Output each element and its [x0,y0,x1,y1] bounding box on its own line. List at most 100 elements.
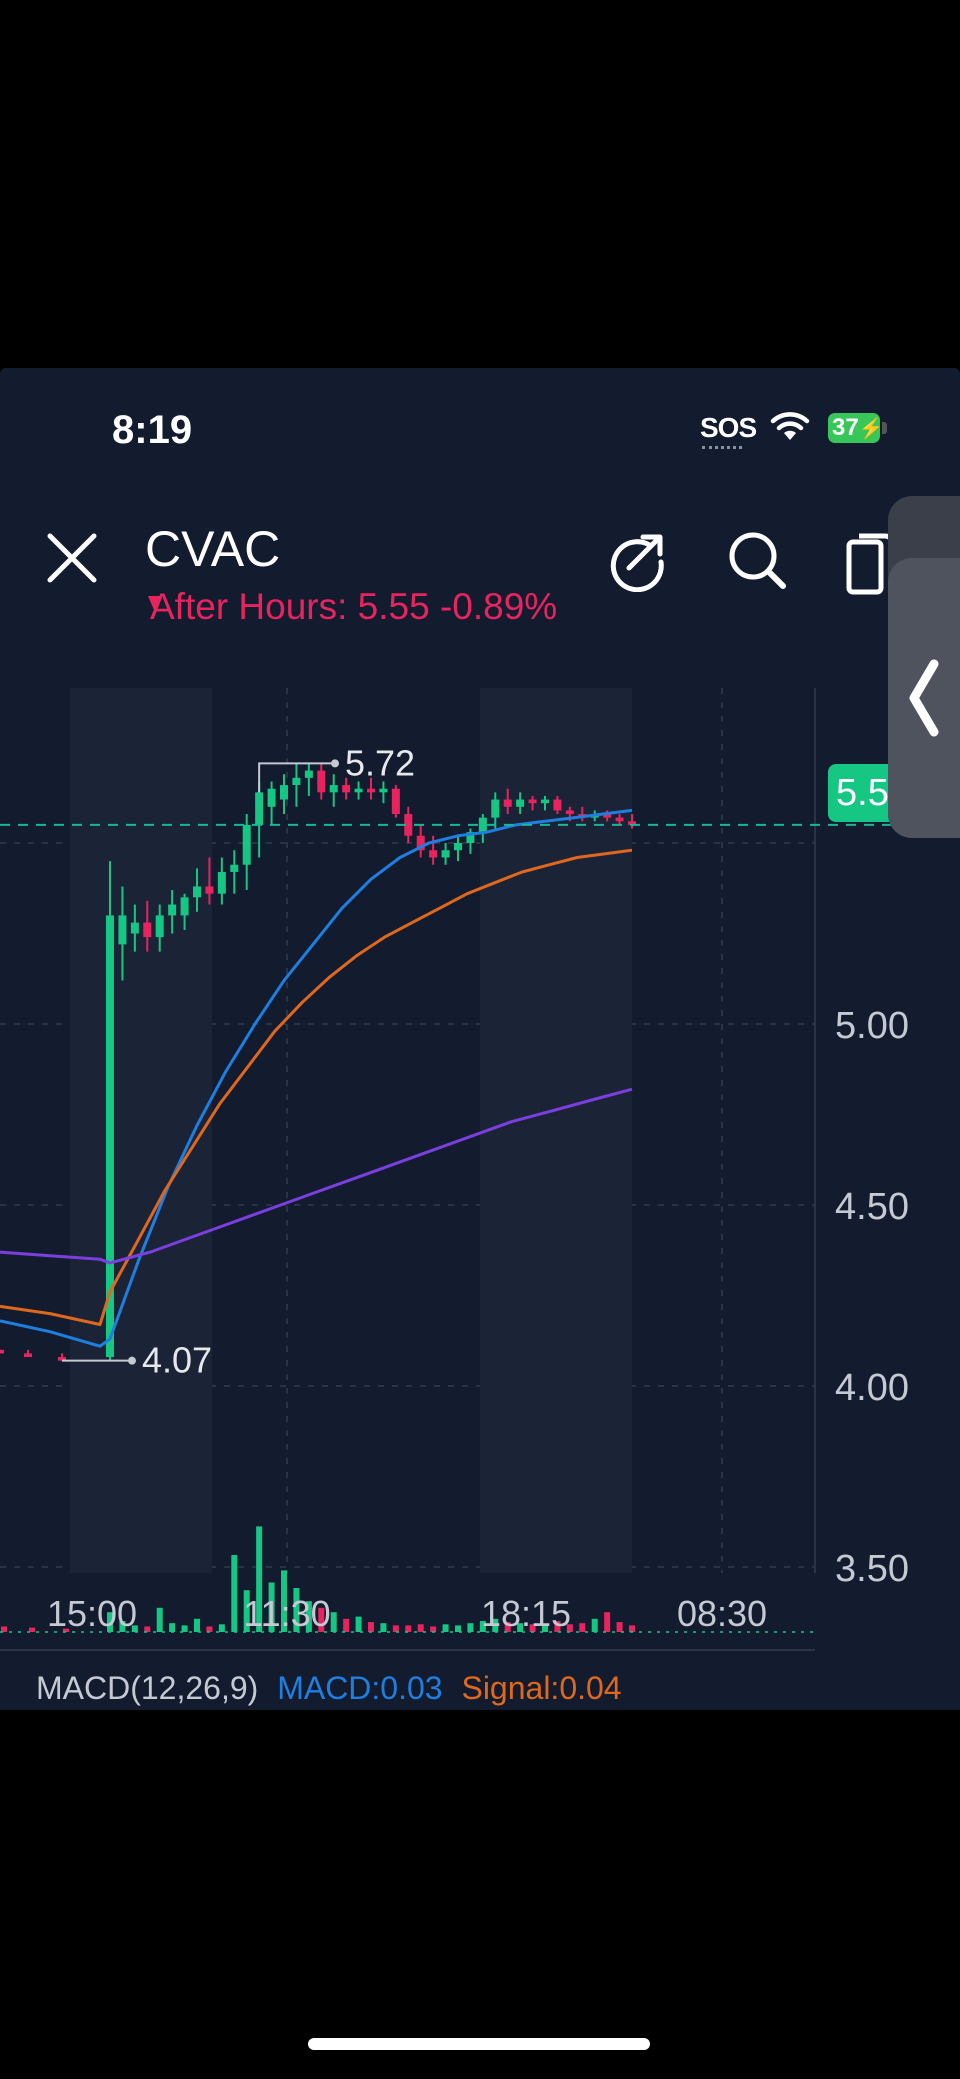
battery-level: 37 [832,414,859,441]
candle-body [255,792,264,825]
candle-body [205,886,214,894]
candle-body [217,871,226,894]
candle-body [478,817,487,833]
volume-bar [616,1622,623,1632]
volume-bar [144,1626,151,1632]
candle-body [454,843,462,851]
close-icon[interactable] [42,528,102,588]
candle-body [155,915,164,938]
candle-body [367,788,375,793]
volume-bar [430,1626,437,1632]
candle-body [292,777,301,786]
candle-body [168,904,177,916]
volume-bar [343,1618,350,1632]
status-time: 8:19 [112,408,193,452]
volume-bar [218,1624,225,1632]
candle-body [491,799,500,818]
battery-tip [882,422,887,434]
candle-body [267,788,276,807]
candle-body [565,810,574,815]
volume-bar [355,1616,362,1632]
candle-body [528,799,537,804]
candle-body [0,1349,4,1354]
candle-body [342,785,351,793]
candle-body [615,817,624,822]
macd-label: MACD(12,26,9) [36,1670,259,1706]
volume-bar [194,1618,200,1632]
candle-body [329,785,338,793]
candle-body [180,897,189,916]
macd-panel[interactable]: MACD(12,26,9) MACD:0.03 Signal:0.04 [0,1650,960,1710]
candle-body [280,785,288,800]
price-chart[interactable]: 5.72 4.07 5.00 4.50 4.00 3.50 15:00 11:30 18:15… [0,668,960,1668]
candle-body [541,799,549,804]
volume-bar [1,1626,7,1632]
wifi-icon [770,412,810,440]
app-screen: 8:19 SOS 37⚡ CVAC After Hours: 5.55 -0.8… [0,368,960,1710]
candle-body [441,850,450,858]
chevron-left-icon[interactable] [906,658,942,738]
candle-body [143,922,152,938]
x-tick-label: 15:00 [47,1593,137,1634]
candle-body [391,788,400,815]
volume-bar [231,1555,238,1632]
volume-bar [380,1623,387,1632]
volume-bar [392,1625,399,1632]
x-tick-label: 11:30 [243,1593,330,1634]
volume-bar [368,1622,374,1632]
candle-body [429,850,438,858]
x-tick-label: 18:15 [481,1593,571,1634]
x-tick-label: 08:30 [677,1593,767,1634]
volume-bar [442,1624,449,1632]
y-tick-label: 4.00 [835,1367,909,1409]
volume-bar [169,1623,176,1632]
high-marker-dot [331,759,339,768]
candle-body [304,770,313,778]
candle-body [118,915,127,945]
candle-body [230,864,239,872]
share-icon[interactable] [605,528,669,592]
candle-body [242,824,251,865]
battery-indicator: 37⚡ [828,413,884,443]
volume-bar [455,1625,461,1632]
signal-dots [702,446,742,449]
candle-body [379,788,388,793]
after-hours-quote: After Hours: 5.55 -0.89% [150,586,558,627]
candle-body [516,799,525,807]
session-band [70,688,212,1573]
volume-bar [181,1625,188,1632]
low-marker-dot [128,1356,136,1365]
y-tick-label: 4.50 [835,1186,909,1228]
chart-header: CVAC After Hours: 5.55 -0.89% [0,488,960,638]
macd-legend: MACD(12,26,9) MACD:0.03 Signal:0.04 [36,1670,622,1707]
high-label: 5.72 [345,742,415,783]
candle-body [354,788,363,793]
volume-bar [467,1623,474,1632]
volume-bar [405,1625,412,1632]
y-tick-label: 3.50 [835,1548,909,1590]
volume-bar [156,1607,163,1632]
candle-body [130,922,139,934]
low-label: 4.07 [142,1340,212,1381]
volume-bar [330,1612,337,1632]
volume-bar [591,1618,598,1632]
signal-value: Signal:0.04 [461,1670,622,1706]
macd-value: MACD:0.03 [277,1670,443,1706]
volume-bar [579,1623,586,1632]
candle-body [24,1353,32,1358]
volume-bar [604,1612,611,1632]
status-bar: 8:19 SOS 37⚡ [0,368,960,468]
volume-bar [206,1626,213,1632]
search-icon[interactable] [725,528,789,592]
candle-body [503,799,512,807]
y-tick-label: 5.00 [835,1005,909,1047]
ticker-symbol: CVAC [145,521,281,577]
volume-bar [417,1624,424,1632]
volume-bar [629,1625,635,1632]
sos-indicator: SOS [700,412,757,443]
candle-body [553,799,562,811]
candle-body [193,886,201,898]
candle-body [317,770,326,793]
charging-bolt-icon: ⚡ [858,418,884,440]
home-indicator [308,2038,650,2050]
